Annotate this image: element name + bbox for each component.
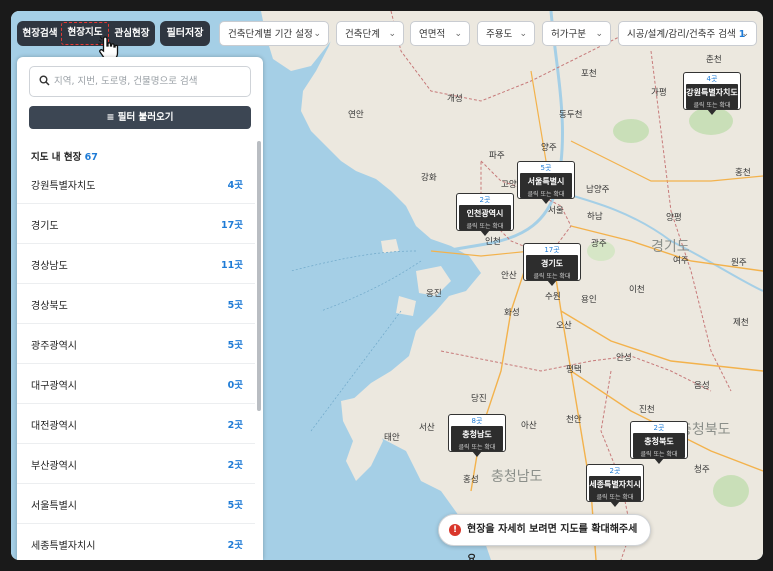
region-row[interactable]: 세종특별자치시 2곳 <box>17 524 255 560</box>
map-label-yeoju: 여주 <box>673 256 689 266</box>
map-label-onggin: 옹진 <box>426 289 442 299</box>
map-marker-gyeonggi[interactable]: 17곳 경기도 클릭 또는 확대 <box>523 243 581 286</box>
map-label-namyangju: 남양주 <box>586 185 610 195</box>
map-label-taean: 태안 <box>384 433 400 443</box>
map-label-hanam: 하남 <box>587 212 603 222</box>
region-row[interactable]: 대전광역시 2곳 <box>17 404 255 444</box>
map-label-hongseong: 홍성 <box>463 475 479 485</box>
permit-dropdown[interactable]: 허가구분 ⌄ <box>542 21 611 46</box>
map-label-gyeonggi: 경기도 <box>651 239 690 255</box>
company-search-dropdown[interactable]: 시공/설계/감리/건축주 검색 1 ⌄ <box>618 21 757 46</box>
map-label-hwaseong: 화성 <box>504 308 520 318</box>
map-label-ansan: 안산 <box>501 271 517 281</box>
region-row[interactable]: 경기도 17곳 <box>17 204 255 244</box>
map-label-dongducheon: 동두천 <box>559 110 583 120</box>
area-dropdown[interactable]: 연면적 ⌄ <box>410 21 470 46</box>
map-label-osan: 오산 <box>556 321 572 331</box>
map-label-eumseong: 음성 <box>694 381 710 391</box>
chevron-down-icon: ⌄ <box>741 29 749 39</box>
map-label-anseong: 안성 <box>616 353 632 363</box>
region-row[interactable]: 서울특별시 5곳 <box>17 484 255 524</box>
map-label-jincheon: 진천 <box>639 405 655 415</box>
map-label-asan: 아산 <box>521 421 537 431</box>
region-search-input[interactable] <box>54 67 244 96</box>
map-marker-chungbuk[interactable]: 2곳 충청북도 클릭 또는 확대 <box>630 421 688 464</box>
map-label-icheon: 이천 <box>629 285 645 295</box>
map-marker-chungnam[interactable]: 8곳 충청남도 클릭 또는 확대 <box>448 414 506 457</box>
map-label-gapyeong: 가평 <box>651 88 667 98</box>
chevron-down-icon: ⌄ <box>454 29 462 39</box>
region-row[interactable]: 대구광역시 0곳 <box>17 364 255 404</box>
stage-dropdown[interactable]: 건축단계 ⌄ <box>336 21 404 46</box>
map-label-cheongju: 청주 <box>694 465 710 475</box>
map-label-wonju: 원주 <box>731 258 747 268</box>
map-label-gaeseong: 개성 <box>447 94 463 104</box>
map-label-ganghwa: 강화 <box>421 173 437 183</box>
alert-icon: ! <box>449 524 461 536</box>
map-label-incheon: 인천 <box>485 237 501 247</box>
map-label-seosan: 서산 <box>419 423 435 433</box>
map-label-yongin: 용인 <box>581 295 597 305</box>
region-row[interactable]: 경상남도 11곳 <box>17 244 255 284</box>
map-label-paju: 파주 <box>489 151 505 161</box>
panel-scrollbar[interactable] <box>257 141 261 411</box>
filter-icon: ≡ <box>106 112 115 123</box>
region-row[interactable]: 경상북도 5곳 <box>17 284 255 324</box>
filter-save-button[interactable]: 필터저장 <box>160 21 210 46</box>
site-list-header: 지도 내 현장 67 <box>31 152 98 163</box>
map-label-cheonan: 천안 <box>566 415 582 425</box>
filter-load-button[interactable]: ≡ 필터 불러오기 <box>29 106 251 129</box>
map-label-yangpyeong: 양평 <box>666 213 682 223</box>
device-frame: 경기도 충청남도 충청북도 서울 인천 수원 화성 평택 천안 용인 이천 파주… <box>0 0 773 571</box>
chevron-down-icon: ⌄ <box>595 29 603 39</box>
map-label-hongcheon: 홍천 <box>735 168 751 178</box>
map-label-goyang: 고양 <box>501 180 517 190</box>
region-row[interactable]: 광주광역시 5곳 <box>17 324 255 364</box>
map-label-yangju: 양주 <box>541 143 557 153</box>
map-marker-gangwon[interactable]: 4곳 강원특별자치도 클릭 또는 확대 <box>683 72 741 115</box>
map-label-dangjin: 당진 <box>471 394 487 404</box>
map-label-pocheon: 포천 <box>581 69 597 79</box>
chevron-down-icon: ⌄ <box>388 29 396 39</box>
chevron-down-icon: ⌄ <box>519 29 527 39</box>
map-marker-seoul[interactable]: 5곳 서울특별시 클릭 또는 확대 <box>517 161 575 204</box>
view-tab-group: 현장검색 현장지도 관심현장 <box>17 21 155 46</box>
map-label-suwon: 수원 <box>545 292 561 302</box>
map-marker-sejong[interactable]: 2곳 세종특별자치시 클릭 또는 확대 <box>586 464 644 507</box>
map-label-seoul: 서울 <box>548 206 564 216</box>
use-dropdown[interactable]: 주용도 ⌄ <box>477 21 535 46</box>
map-marker-incheon[interactable]: 2곳 인천광역시 클릭 또는 확대 <box>456 193 514 236</box>
map-label-yeonan: 연안 <box>348 110 364 120</box>
map-label-pyeongtaek: 평택 <box>566 365 582 375</box>
site-list-panel: ≡ 필터 불러오기 지도 내 현장 67 강원특별자치도4곳 경기도17곳 경상… <box>17 57 263 560</box>
zoom-hint-toast: ! 현장을 자세히 보려면 지도를 확대해주세요. <box>438 514 651 560</box>
screen: 경기도 충청남도 충청북도 서울 인천 수원 화성 평택 천안 용인 이천 파주… <box>11 11 763 560</box>
map-label-chungnam: 충청남도 <box>491 469 543 485</box>
map-label-chuncheon: 춘천 <box>706 55 722 65</box>
map-label-jecheon: 제천 <box>733 318 749 328</box>
chevron-down-icon: ⌄ <box>313 29 321 39</box>
region-row[interactable]: 강원특별자치도 4곳 <box>17 164 255 204</box>
tab-site-search[interactable]: 현장검색 <box>21 21 59 46</box>
region-search-box[interactable] <box>29 66 251 97</box>
search-icon <box>39 75 50 86</box>
map-label-gwangju: 광주 <box>591 239 607 249</box>
period-dropdown[interactable]: 건축단계별 기간 설정 ⌄ <box>219 21 329 46</box>
region-row[interactable]: 부산광역시 2곳 <box>17 444 255 484</box>
